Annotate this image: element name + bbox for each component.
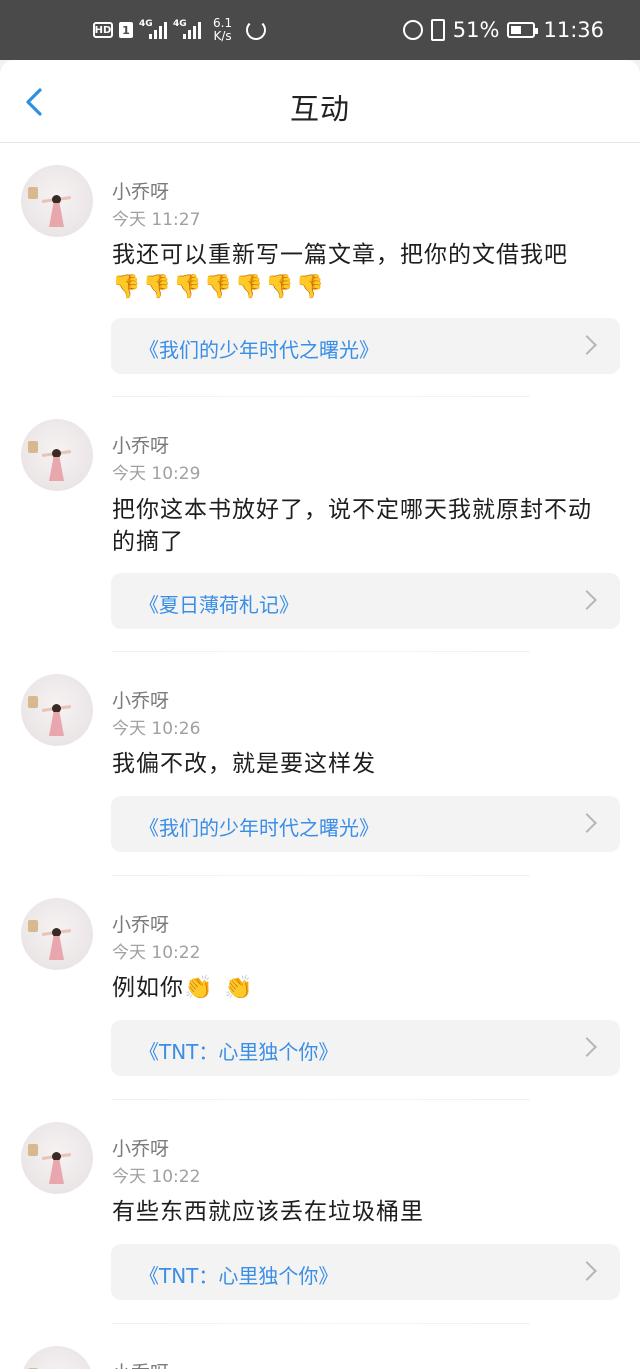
chevron-right-icon: [577, 1037, 597, 1057]
list-item[interactable]: 小乔呀 今天 10:22 有些东西就应该丢在垃圾桶里 《TNT：心里独个你》: [0, 1100, 640, 1324]
user-name[interactable]: 小乔呀: [112, 686, 169, 713]
book-link[interactable]: 《我们的少年时代之曙光》: [111, 796, 620, 852]
user-name[interactable]: 小乔呀: [112, 1134, 169, 1161]
list-item[interactable]: 小乔呀 今天 10:26 我偏不改，就是要这样发 《我们的少年时代之曙光》: [0, 652, 640, 876]
avatar[interactable]: [21, 165, 93, 237]
book-title: 《我们的少年时代之曙光》: [139, 816, 379, 840]
status-bar: HD 1 4G 4G 6.1 K/s 51% 11:36: [0, 0, 640, 60]
signal-icon: 4G: [139, 19, 167, 41]
book-link[interactable]: 《我们的少年时代之曙光》: [111, 318, 620, 374]
nav-header: 互动: [0, 60, 640, 143]
timestamp: 今天 10:22: [112, 1167, 201, 1187]
timestamp: 今天 10:22: [112, 943, 201, 963]
list-item[interactable]: 小乔呀 今天 10:29 把你这本书放好了，说不定哪天我就原封不动的摘了 《夏日…: [0, 397, 640, 652]
comment-text: 我还可以重新写一篇文章，把你的文借我吧 👎👎👎👎👎👎👎: [112, 239, 610, 303]
list-item[interactable]: 小乔呀: [0, 1324, 640, 1369]
list-item[interactable]: 小乔呀 今天 11:27 我还可以重新写一篇文章，把你的文借我吧 👎👎👎👎👎👎👎…: [0, 143, 640, 397]
book-title: 《夏日薄荷札记》: [139, 593, 299, 617]
book-title: 《我们的少年时代之曙光》: [139, 338, 379, 362]
loading-icon: [246, 20, 267, 40]
book-link[interactable]: 《TNT：心里独个你》: [111, 1244, 620, 1300]
comment-text: 我偏不改，就是要这样发: [112, 751, 376, 777]
signal-icon: 4G: [173, 19, 201, 41]
network-speed: 6.1 K/s: [213, 17, 232, 43]
comment-text: 例如你👏 👏: [112, 972, 610, 1004]
sim-icon: 1: [119, 22, 133, 38]
vibrate-icon: [430, 19, 445, 41]
network-speed-unit: K/s: [213, 29, 232, 43]
user-name[interactable]: 小乔呀: [112, 177, 169, 204]
comment-body: 例如你: [112, 975, 184, 1001]
thumbs-down-icon: 👎👎👎👎👎👎👎: [112, 274, 327, 300]
battery-icon: [507, 22, 539, 38]
chevron-right-icon: [577, 590, 597, 610]
comment-text: 有些东西就应该丢在垃圾桶里: [112, 1199, 424, 1225]
alarm-icon: [402, 20, 423, 40]
avatar[interactable]: [21, 1346, 93, 1369]
avatar[interactable]: [21, 898, 93, 970]
chevron-right-icon: [577, 335, 597, 355]
page-title: 互动: [289, 92, 350, 126]
timestamp: 今天 11:27: [112, 210, 201, 230]
comment-body: 我还可以重新写一篇文章，把你的文借我吧: [112, 242, 568, 268]
hd-voice-icon: HD: [93, 22, 113, 38]
clock: 11:36: [543, 18, 604, 42]
chevron-right-icon: [577, 813, 597, 833]
user-name[interactable]: 小乔呀: [112, 431, 169, 458]
book-link[interactable]: 《TNT：心里独个你》: [111, 1020, 620, 1076]
avatar[interactable]: [21, 1122, 93, 1194]
chevron-right-icon: [577, 1261, 597, 1281]
user-name[interactable]: 小乔呀: [112, 1358, 169, 1369]
timestamp: 今天 10:26: [112, 719, 201, 739]
book-title: 《TNT：心里独个你》: [139, 1264, 339, 1288]
book-title: 《TNT：心里独个你》: [139, 1040, 339, 1064]
interaction-list: 小乔呀 今天 11:27 我还可以重新写一篇文章，把你的文借我吧 👎👎👎👎👎👎👎…: [0, 143, 640, 1369]
avatar[interactable]: [21, 419, 93, 491]
book-link[interactable]: 《夏日薄荷札记》: [111, 573, 620, 629]
comment-text: 把你这本书放好了，说不定哪天我就原封不动的摘了: [112, 497, 592, 555]
timestamp: 今天 10:29: [112, 464, 201, 484]
user-name[interactable]: 小乔呀: [112, 910, 169, 937]
clap-icon: 👏 👏: [184, 975, 255, 1001]
avatar[interactable]: [21, 674, 93, 746]
battery-percent: 51%: [452, 18, 500, 42]
list-item[interactable]: 小乔呀 今天 10:22 例如你👏 👏 《TNT：心里独个你》: [0, 876, 640, 1100]
